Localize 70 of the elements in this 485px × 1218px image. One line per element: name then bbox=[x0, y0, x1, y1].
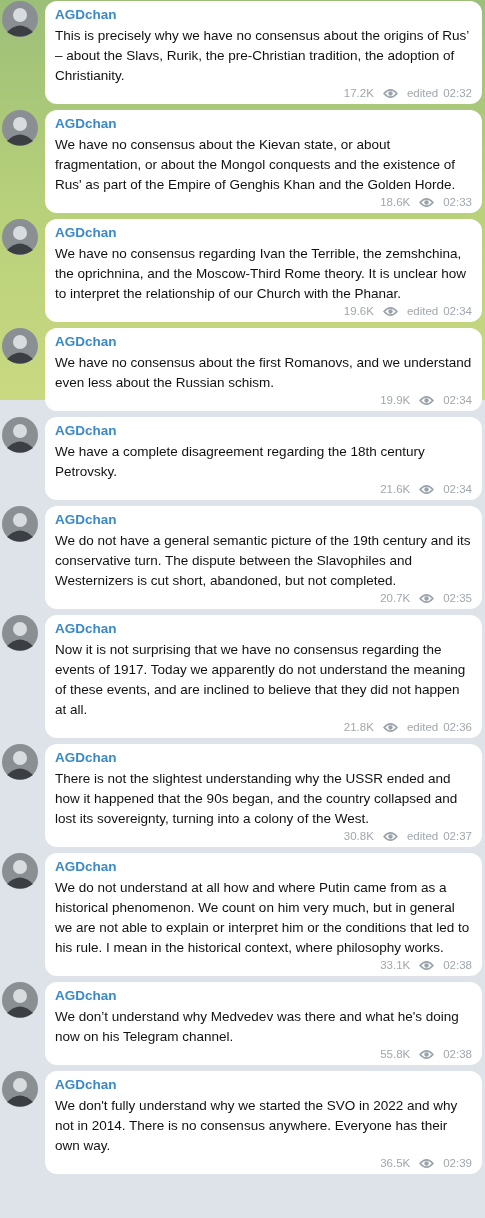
eye-icon bbox=[382, 722, 398, 733]
avatar-icon[interactable] bbox=[2, 219, 38, 255]
author-name[interactable]: AGDchan bbox=[55, 422, 472, 439]
author-name[interactable]: AGDchan bbox=[55, 6, 472, 23]
view-count: 20.7K bbox=[380, 591, 411, 606]
avatar-icon[interactable] bbox=[2, 1071, 38, 1107]
message-time: 02:37 bbox=[443, 829, 472, 844]
message-time: 02:38 bbox=[443, 1047, 472, 1062]
message-text: We have no consensus about the Kievan state, or about fragmentation, or about the Mongol conquests and the existence of Rus' as part of the Empire of Genghis Khan and the Golden Horde. bbox=[55, 136, 457, 194]
eye-icon bbox=[382, 306, 398, 317]
message-time: 02:38 bbox=[443, 958, 472, 973]
message-text: We don’t understand why Medvedev was there and what he's doing now on his Telegram channel. bbox=[55, 1008, 460, 1046]
author-name[interactable]: AGDchan bbox=[55, 858, 472, 875]
message-text: Now it is not surprising that we have no consensus regarding the events of 1917. Today we apparently do not understand the meaning of these events, and are inclined to believe that they did not happen at all. bbox=[55, 641, 467, 719]
avatar-icon[interactable] bbox=[2, 110, 38, 146]
author-name[interactable]: AGDchan bbox=[55, 333, 472, 350]
view-count: 21.8K bbox=[343, 720, 374, 735]
edited-label: edited bbox=[406, 720, 439, 735]
eye-icon bbox=[419, 484, 435, 495]
eye-icon bbox=[419, 1158, 435, 1169]
message-time: 02:33 bbox=[443, 195, 472, 210]
avatar-icon[interactable] bbox=[2, 417, 38, 453]
avatar-icon[interactable] bbox=[2, 328, 38, 364]
avatar-icon[interactable] bbox=[2, 1, 38, 37]
view-count: 21.6K bbox=[380, 482, 411, 497]
edited-label: edited bbox=[406, 86, 439, 101]
author-name[interactable]: AGDchan bbox=[55, 511, 472, 528]
eye-icon bbox=[419, 1049, 435, 1060]
author-name[interactable]: AGDchan bbox=[55, 115, 472, 132]
author-name[interactable]: AGDchan bbox=[55, 749, 472, 766]
message-text: We have no consensus about the first Romanovs, and we understand even less about the Russian schism. bbox=[55, 354, 472, 392]
view-count: 33.1K bbox=[380, 958, 411, 973]
view-count: 18.6K bbox=[380, 195, 411, 210]
message-text: We have a complete disagreement regarding the 18th century Petrovsky. bbox=[55, 443, 426, 481]
author-name[interactable]: AGDchan bbox=[55, 620, 472, 637]
avatar-icon[interactable] bbox=[2, 744, 38, 780]
message-text: There is not the slightest understanding why the USSR ended and how it happened that the 90s began, and the country collapsed and lost its sovereignty, turning into a colony of the West. bbox=[55, 770, 459, 828]
view-count: 55.8K bbox=[380, 1047, 411, 1062]
eye-icon bbox=[382, 88, 398, 99]
eye-icon bbox=[419, 395, 435, 406]
view-count: 19.9K bbox=[380, 393, 411, 408]
avatar-icon[interactable] bbox=[2, 506, 38, 542]
eye-icon bbox=[419, 960, 435, 971]
message-time: 02:32 bbox=[443, 86, 472, 101]
edited-label: edited bbox=[406, 829, 439, 844]
message-time: 02:39 bbox=[443, 1156, 472, 1171]
message-time: 02:35 bbox=[443, 591, 472, 606]
view-count: 36.5K bbox=[380, 1156, 411, 1171]
avatar-icon[interactable] bbox=[2, 615, 38, 651]
message-text: We don't fully understand why we started the SVO in 2022 and why not in 2014. There is no consensus anywhere. Everyone has their own way. bbox=[55, 1097, 459, 1155]
eye-icon bbox=[419, 593, 435, 604]
message-text: We do not understand at all how and where Putin came from as a historical phenomenon. We count on him very much, but in general we are not able to explain or interpret him or the conditions that led to his rule. I mean in the historical context, where philosophy works. bbox=[55, 879, 471, 957]
avatar-icon[interactable] bbox=[2, 982, 38, 1018]
message-text: This is precisely why we have no consensus about the origins of Rus’ – about the Slavs, Rurik, the pre-Christian tradition, the adoption of Christianity. bbox=[55, 27, 470, 85]
message-time: 02:34 bbox=[443, 304, 472, 319]
eye-icon bbox=[419, 197, 435, 208]
author-name[interactable]: AGDchan bbox=[55, 1076, 472, 1093]
avatar-icon[interactable] bbox=[2, 853, 38, 889]
eye-icon bbox=[382, 831, 398, 842]
view-count: 17.2K bbox=[343, 86, 374, 101]
message-time: 02:34 bbox=[443, 393, 472, 408]
message-text: We have no consensus regarding Ivan the Terrible, the zemshchina, the oprichnina, and the Moscow-Third Rome theory. It is unclear how to interpret the relationship of our Church with the Phanar. bbox=[55, 245, 467, 303]
message-text: We do not have a general semantic picture of the 19th century and its conservative turn. The dispute between the Slavophiles and Westernizers is cut short, abandoned, but not completed. bbox=[55, 532, 472, 590]
author-name[interactable]: AGDchan bbox=[55, 224, 472, 241]
view-count: 19.6K bbox=[343, 304, 374, 319]
message-time: 02:34 bbox=[443, 482, 472, 497]
view-count: 30.8K bbox=[343, 829, 374, 844]
edited-label: edited bbox=[406, 304, 439, 319]
author-name[interactable]: AGDchan bbox=[55, 987, 472, 1004]
message-time: 02:36 bbox=[443, 720, 472, 735]
